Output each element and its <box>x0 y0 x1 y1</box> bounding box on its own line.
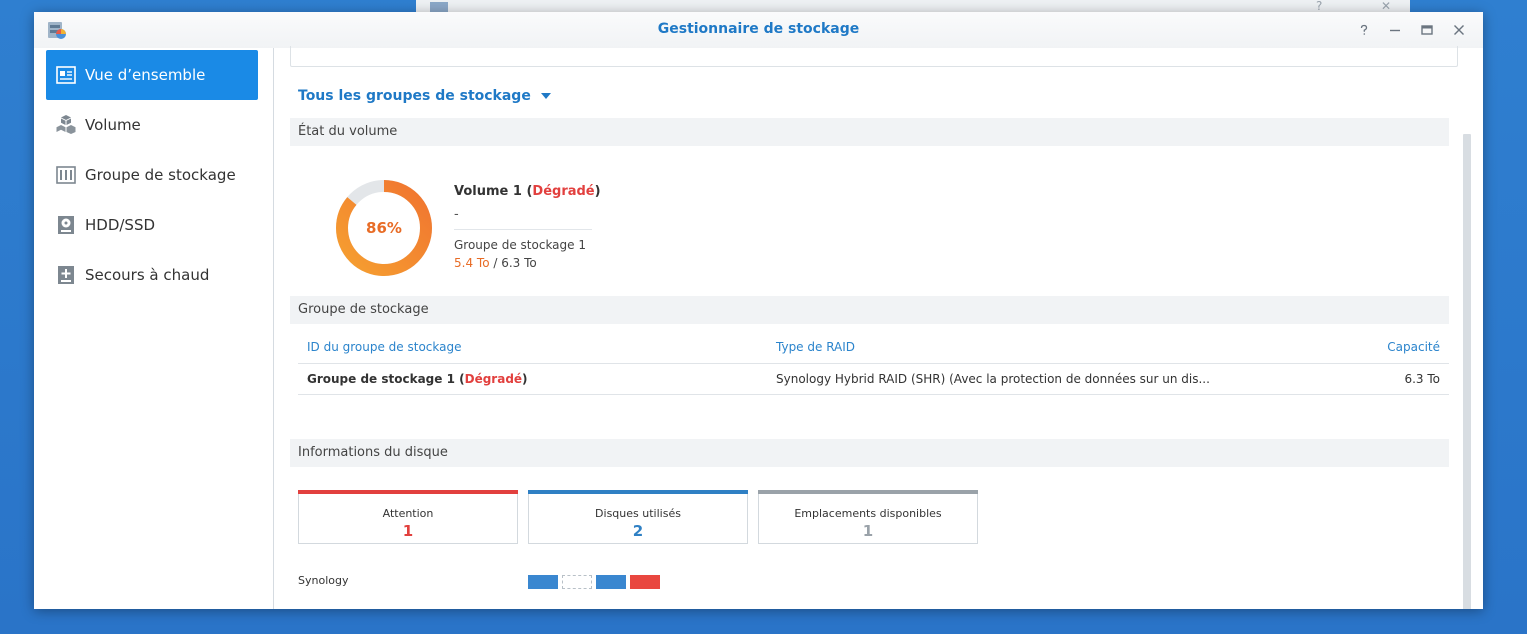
volume-divider <box>454 229 592 230</box>
sidebar-item-overview[interactable]: Vue d’ensemble <box>46 50 258 100</box>
attention-label: Attention <box>382 507 434 520</box>
volume-state-badge: Dégradé <box>532 184 595 199</box>
disk-slot-empty[interactable] <box>562 575 592 589</box>
volume-status-header: État du volume <box>290 118 1449 146</box>
enclosure-label: Synology <box>298 574 349 587</box>
top-summary-box <box>290 46 1458 67</box>
sidebar-item-hdd-ssd[interactable]: HDD/SSD <box>46 200 258 250</box>
volume-info: Volume 1 (Dégradé) - Groupe de stockage … <box>454 184 601 270</box>
column-header-raid[interactable]: Type de RAID <box>767 331 1356 364</box>
sidebar-item-label: Vue d’ensemble <box>85 66 206 84</box>
column-header-capacity[interactable]: Capacité <box>1355 331 1449 364</box>
background-window-help-icon: ? <box>1316 0 1323 13</box>
scrollbar[interactable] <box>1463 134 1471 609</box>
title-bar: Gestionnaire de stockage <box>34 12 1483 48</box>
hdd-icon <box>55 214 77 236</box>
volume-usage-donut: 86% <box>336 180 432 276</box>
hot-spare-icon <box>55 264 77 286</box>
help-button[interactable] <box>1354 20 1374 40</box>
used-disks-label: Disques utilisés <box>595 507 681 520</box>
available-slots-card[interactable]: Emplacements disponibles 1 <box>758 490 978 544</box>
sidebar-item-volume[interactable]: Volume <box>46 100 258 150</box>
raid-type-cell: Synology Hybrid RAID (SHR) (Avec la prot… <box>767 363 1356 395</box>
available-slots-card-bar <box>758 490 978 494</box>
chevron-down-icon <box>540 93 551 99</box>
storage-group-table: ID du groupe de stockage Type de RAID Ca… <box>298 331 1449 395</box>
storage-group-state-badge: Dégradé <box>464 372 523 386</box>
volume-capacity: 5.4 To / 6.3 To <box>454 256 537 270</box>
attention-value: 1 <box>402 522 414 540</box>
disk-info-header: Informations du disque <box>290 439 1449 467</box>
sidebar-item-storage-group[interactable]: Groupe de stockage <box>46 150 258 200</box>
window-title: Gestionnaire de stockage <box>657 21 860 37</box>
minimize-button[interactable] <box>1385 20 1405 40</box>
storage-pool-icon <box>55 164 77 186</box>
attention-card[interactable]: Attention 1 <box>298 490 518 544</box>
table-row[interactable]: Groupe de stockage 1 (Dégradé) Synology … <box>298 363 1449 395</box>
used-disks-value: 2 <box>632 522 644 540</box>
main-content: Tous les groupes de stockage État du vol… <box>274 46 1483 609</box>
capacity-cell: 6.3 To <box>1355 363 1449 395</box>
usage-percent-label: 86% <box>366 219 402 237</box>
close-icon <box>1454 25 1464 35</box>
disk-slot-used[interactable] <box>596 575 626 589</box>
attention-card-bar <box>298 490 518 494</box>
storage-group-id: Groupe de stockage 1 <box>307 372 455 386</box>
maximize-icon <box>1421 25 1433 35</box>
close-button[interactable] <box>1449 20 1469 40</box>
sidebar-item-hot-spare[interactable]: Secours à chaud <box>46 250 258 300</box>
question-icon <box>1360 24 1368 35</box>
volume-name: Volume 1 <box>454 184 522 199</box>
sidebar-item-label: Secours à chaud <box>85 266 210 284</box>
disk-slot-used[interactable] <box>528 575 558 589</box>
available-slots-label: Emplacements disponibles <box>794 507 942 520</box>
volume-name-line: Volume 1 (Dégradé) <box>454 184 601 199</box>
column-header-id[interactable]: ID du groupe de stockage <box>298 331 767 364</box>
background-window-icon <box>430 2 448 12</box>
table-header-row: ID du groupe de stockage Type de RAID Ca… <box>298 331 1449 364</box>
volume-description: - <box>454 207 459 222</box>
maximize-button[interactable] <box>1417 20 1437 40</box>
sidebar-item-label: Volume <box>85 116 141 134</box>
sidebar-item-label: HDD/SSD <box>85 216 156 234</box>
volume-cubes-icon <box>55 114 77 136</box>
volume-used: 5.4 To <box>454 256 490 270</box>
used-disks-card-bar <box>528 490 748 494</box>
volume-total: 6.3 To <box>501 256 537 270</box>
background-window-close-icon: ✕ <box>1381 0 1392 13</box>
overview-icon <box>55 64 77 86</box>
storage-group-header: Groupe de stockage <box>290 296 1449 324</box>
available-slots-value: 1 <box>862 522 874 540</box>
storage-group-id-cell: Groupe de stockage 1 (Dégradé) <box>298 363 767 395</box>
used-disks-card[interactable]: Disques utilisés 2 <box>528 490 748 544</box>
disk-slot-warning[interactable] <box>630 575 660 589</box>
sidebar: Vue d’ensemble Volume Groupe de stockage… <box>34 48 274 609</box>
sidebar-item-label: Groupe de stockage <box>85 166 236 184</box>
storage-manager-window: Gestionnaire de stockage Vue d’ensemble … <box>34 12 1483 609</box>
volume-pool: Groupe de stockage 1 <box>454 238 586 252</box>
minimize-icon <box>1390 29 1400 32</box>
storage-group-dropdown[interactable]: Tous les groupes de stockage <box>298 88 551 104</box>
storage-group-dropdown-label: Tous les groupes de stockage <box>298 88 531 104</box>
